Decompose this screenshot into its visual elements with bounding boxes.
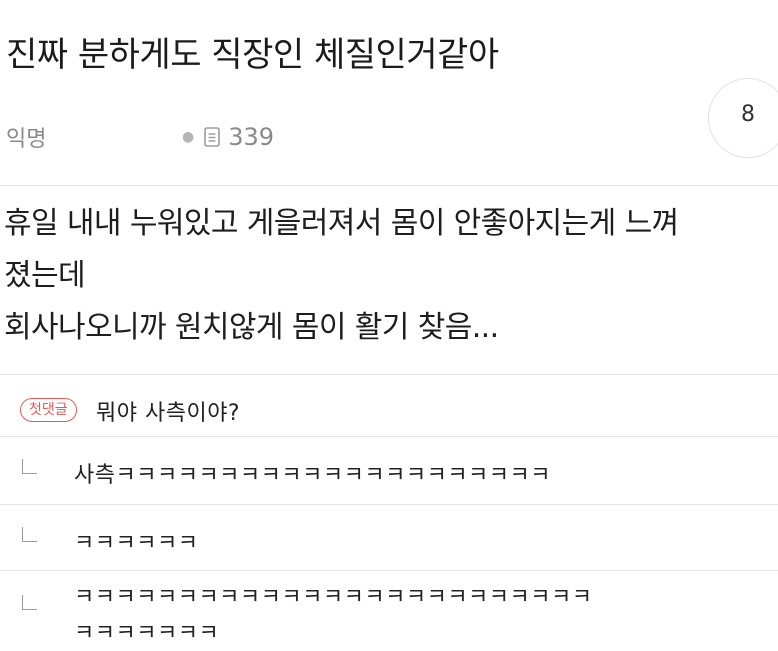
reply-arrow-icon [22, 527, 37, 542]
reply-item[interactable]: 사측ㅋㅋㅋㅋㅋㅋㅋㅋㅋㅋㅋㅋㅋㅋㅋㅋㅋㅋㅋㅋㅋ [0, 436, 778, 505]
reply-text: 사측ㅋㅋㅋㅋㅋㅋㅋㅋㅋㅋㅋㅋㅋㅋㅋㅋㅋㅋㅋㅋㅋ [74, 463, 552, 488]
post-body-line: 휴일 내내 누워있고 게을러져서 몸이 안좋아지는게 느껴 [4, 206, 679, 241]
reply-text-line: ㅋㅋㅋㅋㅋㅋㅋㅋㅋㅋㅋㅋㅋㅋㅋㅋㅋㅋㅋㅋㅋㅋㅋㅋㅋ [74, 585, 593, 610]
comment-count[interactable]: 8 [738, 102, 758, 127]
reply-item[interactable]: ㅋㅋㅋㅋㅋㅋㅋㅋㅋㅋㅋㅋㅋㅋㅋㅋㅋㅋㅋㅋㅋㅋㅋㅋㅋ ㅋㅋㅋㅋㅋㅋㅋ [0, 570, 778, 651]
reply-arrow-icon [22, 595, 37, 610]
meta-separator-dot: ● [182, 129, 195, 145]
comment-text: 뭐야 사측이야? [96, 401, 241, 426]
post-body-line: 졌는데 [4, 258, 86, 293]
reply-item[interactable]: ㅋㅋㅋㅋㅋㅋ [0, 504, 778, 571]
post-body: 휴일 내내 누워있고 게을러져서 몸이 안좋아지는게 느껴 졌는데 회사나오니까… [4, 198, 778, 354]
post-title: 진짜 분하게도 직장인 체질인거같아 [6, 34, 499, 75]
comment-item[interactable]: 첫댓글 뭐야 사측이야? [0, 374, 778, 437]
reply-text-line: ㅋㅋㅋㅋㅋㅋㅋ [74, 621, 220, 646]
view-count: 339 [228, 123, 275, 151]
reply-text: ㅋㅋㅋㅋㅋㅋ [74, 531, 199, 556]
post-body-line: 회사나오니까 원치않게 몸이 활기 찾음... [4, 310, 499, 345]
author-name[interactable]: 익명 [6, 121, 182, 153]
post-meta: 익명 ● 339 [6, 120, 274, 154]
divider [0, 185, 778, 186]
reply-arrow-icon [22, 459, 37, 474]
document-icon [204, 127, 221, 147]
first-comment-badge: 첫댓글 [20, 398, 77, 422]
